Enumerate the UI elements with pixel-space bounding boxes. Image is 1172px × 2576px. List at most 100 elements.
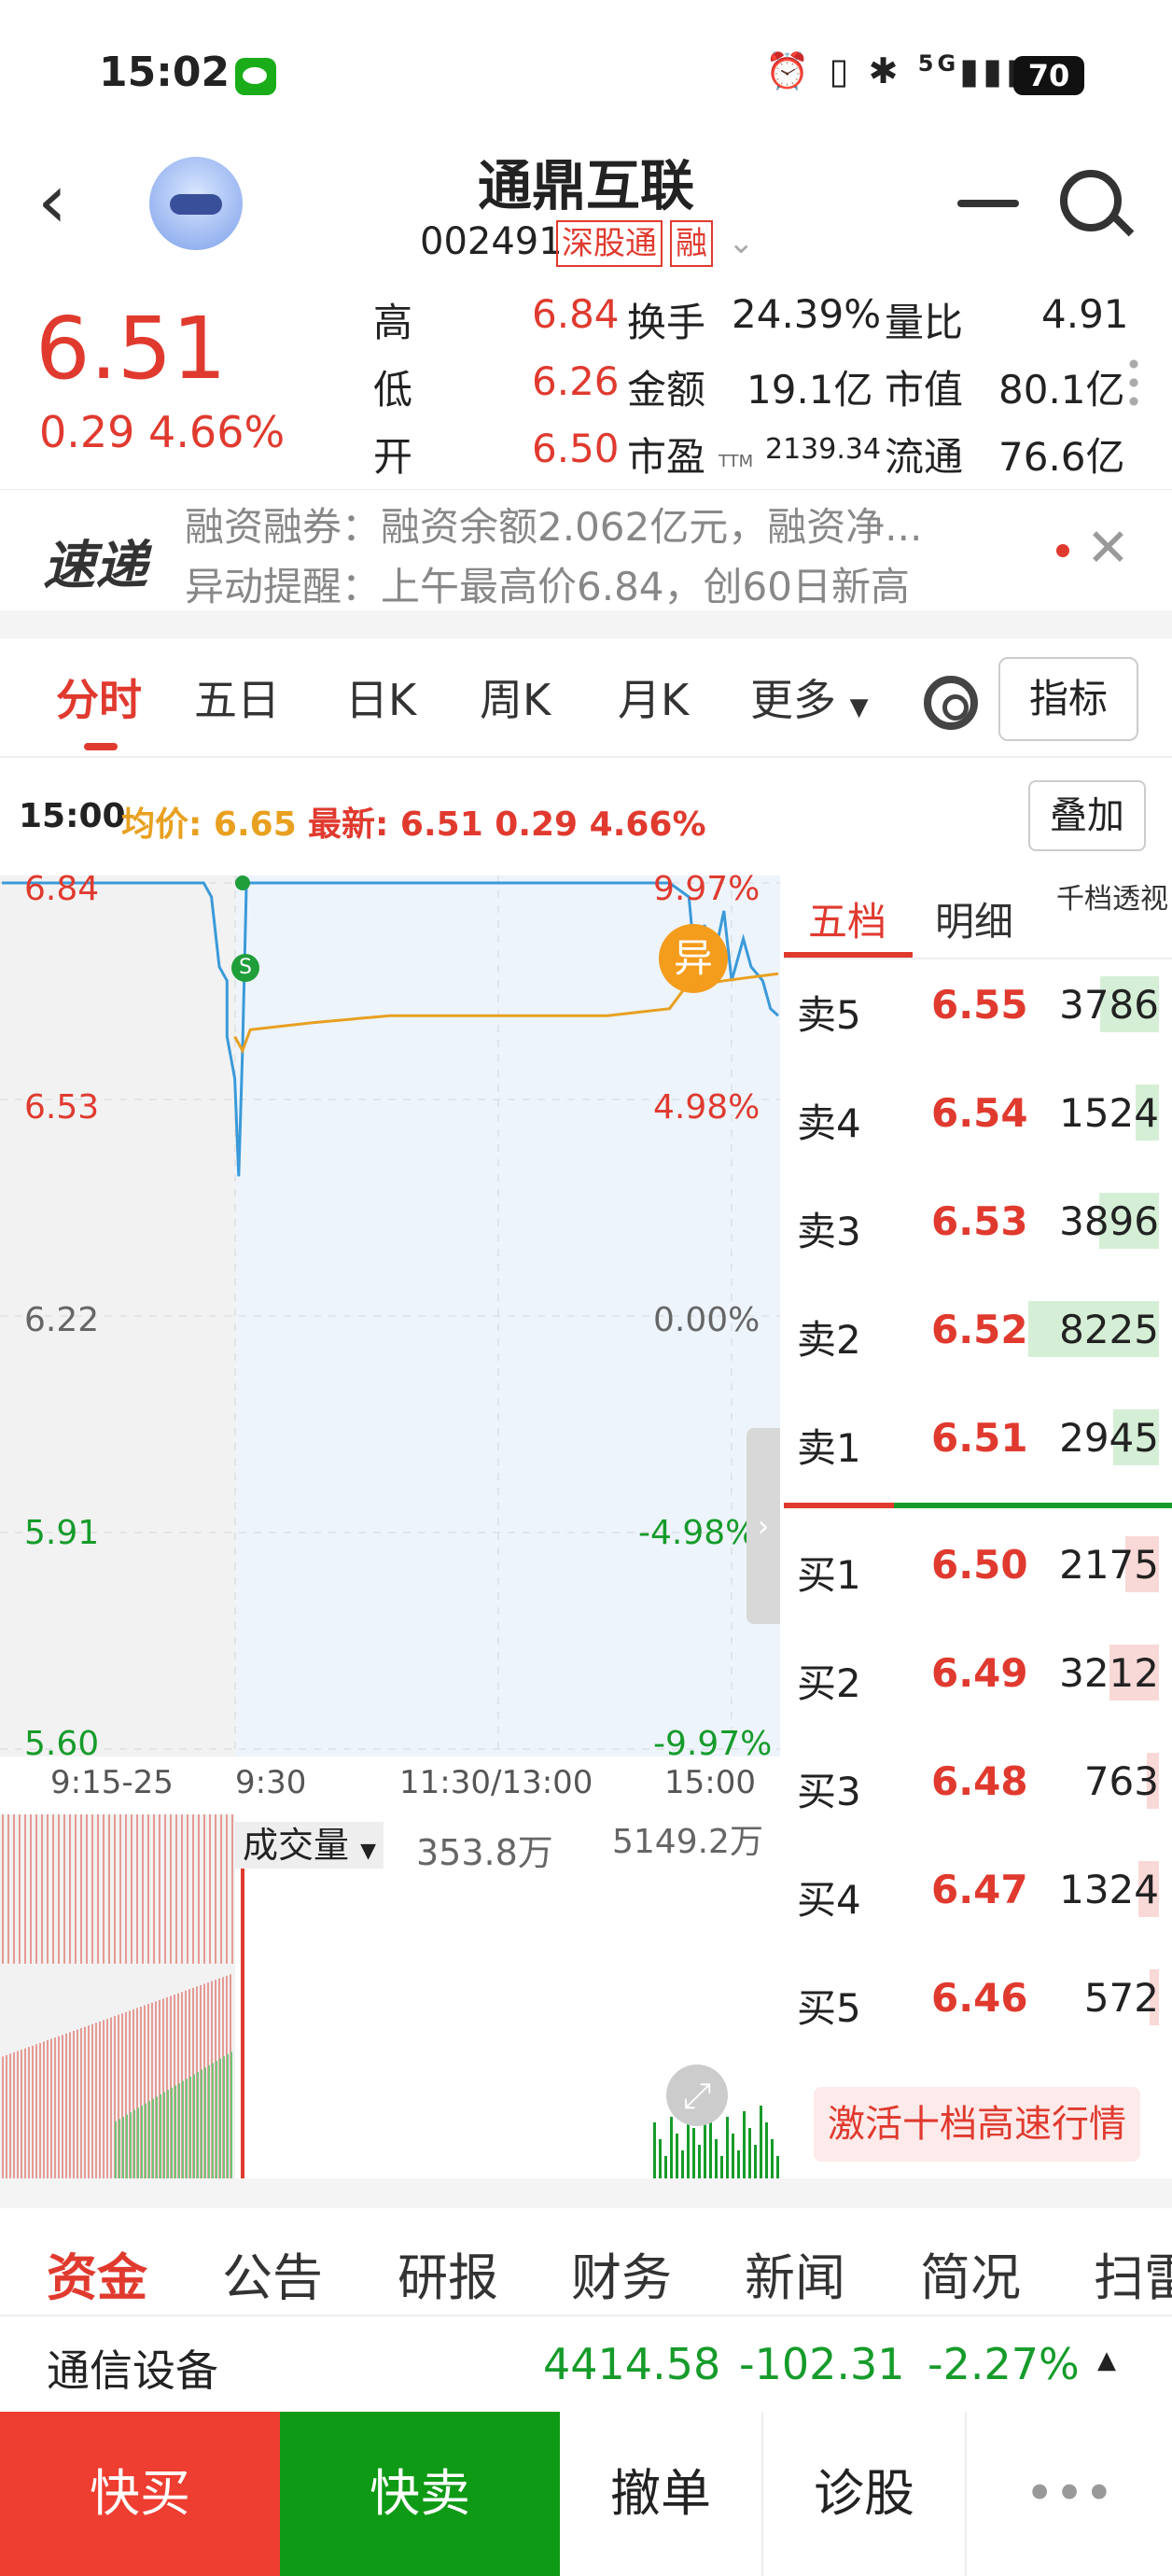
tab-profile[interactable]: 简况 (920, 2236, 1021, 2310)
stock-name: 通鼎互联 (477, 154, 694, 217)
quote-label: 低 (373, 367, 413, 413)
quote-label: 金额 (627, 367, 706, 413)
change-pct: 4.66% (148, 407, 286, 457)
volume-bar (41, 1814, 43, 1964)
volume-bar (156, 2096, 158, 2178)
volume-bar (174, 2085, 176, 2178)
quick-buy-button[interactable]: 快买 (0, 2412, 280, 2576)
quick-sell-button[interactable]: 快卖 (280, 2412, 560, 2576)
caret-up-icon[interactable]: ▲ (1097, 2346, 1116, 2374)
y-tick-right: -4.98% (638, 1514, 758, 1552)
volume-bar (159, 1814, 160, 1964)
bid-row[interactable]: 买5 6.46 572 (784, 1945, 1172, 2053)
tab-announcements[interactable]: 公告 (222, 2236, 323, 2310)
tab-funds[interactable]: 资金 (47, 2236, 147, 2310)
bid-row[interactable]: 买1 6.50 2175 (784, 1512, 1172, 1620)
minimize-icon[interactable] (957, 200, 1019, 207)
sell-marker[interactable]: S (231, 954, 259, 982)
tab-five-day[interactable]: 五日 (194, 666, 280, 728)
tab-finance[interactable]: 财务 (571, 2236, 672, 2310)
news-line-alert[interactable]: 异动提醒：上午最高价6.84，创60日新高 (185, 555, 910, 612)
x-tick: 9:15-25 (50, 1764, 174, 1801)
avatar[interactable] (149, 157, 243, 250)
expand-handle[interactable]: › (746, 1428, 780, 1624)
volume-bar (152, 2098, 154, 2178)
volume-bar (709, 2122, 712, 2178)
ask-row[interactable]: 卖2 6.52 8225 (784, 1277, 1172, 1385)
chevron-down-icon[interactable]: ⌄ (728, 224, 755, 261)
volume-bar (13, 2051, 15, 2178)
more-dots-icon[interactable] (1129, 355, 1138, 411)
volume-bar (95, 2023, 97, 2178)
more-dots-icon[interactable]: ••• (967, 2412, 1172, 2576)
search-icon[interactable] (1060, 170, 1122, 231)
x-tick: 11:30/13:00 (399, 1764, 593, 1801)
tab-more[interactable]: 更多 ▼ (750, 666, 869, 728)
last-change: 0.29 4.66% (39, 407, 285, 457)
diagnose-button[interactable]: 诊股 (763, 2412, 967, 2576)
level-label: 卖5 (797, 992, 861, 1038)
intraday-chart[interactable]: 6.84 6.53 6.22 5.91 5.60 9.97% 4.98% 0.0… (0, 870, 780, 1763)
bid-row[interactable]: 买4 6.47 1324 (784, 1837, 1172, 1945)
tab-news[interactable]: 新闻 (745, 2236, 845, 2310)
indicator-button[interactable]: 指标 (998, 657, 1138, 741)
volume-bar (103, 2020, 105, 2178)
close-icon[interactable]: ✕ (1086, 518, 1130, 579)
quote-label: 市盈 (627, 434, 706, 480)
industry-row[interactable]: 通信设备 4414.58 -102.31 -2.27% ▲ (0, 2318, 1172, 2412)
ask-row[interactable]: 卖3 6.53 3896 (784, 1169, 1172, 1277)
volume-bar (776, 2156, 779, 2178)
quote-label: 市值 (885, 367, 964, 413)
gear-icon[interactable] (924, 676, 978, 730)
volume-label: 成交量 (243, 1825, 350, 1866)
news-line-margin[interactable]: 融资融券：融资余额2.062亿元，融资净... (185, 496, 922, 553)
tab-weekly-k[interactable]: 周K (480, 666, 551, 728)
quote-value: 19.1亿 (746, 367, 873, 413)
unread-dot (1056, 544, 1069, 557)
overlay-button[interactable]: 叠加 (1028, 780, 1146, 851)
tab-risk-scan[interactable]: 扫雷 (1094, 2236, 1172, 2310)
volume-bar (126, 2114, 128, 2178)
level-price: 6.50 (931, 1542, 1028, 1588)
anomaly-marker[interactable]: 异 (659, 924, 728, 993)
fullscreen-icon[interactable]: ⤢ (666, 2065, 728, 2126)
change-value: 0.29 (39, 407, 135, 457)
volume-bar (52, 1814, 54, 1964)
tab-five-level[interactable]: 五档 (808, 890, 886, 947)
ask-row[interactable]: 卖1 6.51 2945 (784, 1385, 1172, 1493)
tab-daily-k[interactable]: 日K (345, 666, 416, 728)
volume-bar (216, 2061, 217, 2178)
volume-bar (715, 2139, 718, 2178)
level-price: 6.46 (931, 1975, 1028, 2021)
bid-row[interactable]: 买3 6.48 763 (784, 1729, 1172, 1837)
level-volume: 572 (1083, 1975, 1159, 2021)
ask-row[interactable]: 卖4 6.54 1524 (784, 1060, 1172, 1169)
tab-detail[interactable]: 明细 (935, 890, 1013, 947)
info-avg: 均价: 6.65 (121, 805, 297, 844)
tab-underline (84, 743, 118, 750)
level-price: 6.53 (931, 1198, 1028, 1244)
volume-selector[interactable]: 成交量 ▼ (235, 1822, 384, 1869)
tab-research[interactable]: 研报 (398, 2236, 498, 2310)
quote-value: 6.26 (532, 358, 620, 404)
order-book-tabs: 五档 明细 千档透视 (784, 879, 1172, 959)
level-volume: 763 (1083, 1758, 1159, 1804)
bid-row[interactable]: 买2 6.49 3212 (784, 1620, 1172, 1729)
back-icon[interactable]: ‹ (37, 164, 93, 239)
activate-level10-button[interactable]: 激活十档高速行情 (814, 2087, 1140, 2162)
volume-bar (63, 1814, 65, 1964)
volume-bar (47, 2040, 49, 2178)
volume-bar (226, 1814, 228, 1964)
ask-row[interactable]: 卖5 6.55 3786 (784, 952, 1172, 1060)
tab-depth[interactable]: 千档透视 (1054, 883, 1170, 917)
volume-bar (765, 2122, 768, 2178)
news-bar[interactable]: 速递 融资融券：融资余额2.062亿元，融资净... 异动提醒：上午最高价6.8… (0, 489, 1172, 610)
volume-bar (133, 2109, 135, 2178)
tab-intraday[interactable]: 分时 (56, 666, 142, 728)
tab-monthly-k[interactable]: 月K (618, 666, 689, 728)
caret-down-icon: ▼ (849, 693, 869, 721)
level-label: 买4 (797, 1877, 861, 1923)
cancel-order-button[interactable]: 撤单 (560, 2412, 763, 2576)
volume-bar (204, 2067, 206, 2178)
volume-chart[interactable]: 成交量 ▼ 353.8万 5149.2万 ⤢ (0, 1814, 780, 2178)
